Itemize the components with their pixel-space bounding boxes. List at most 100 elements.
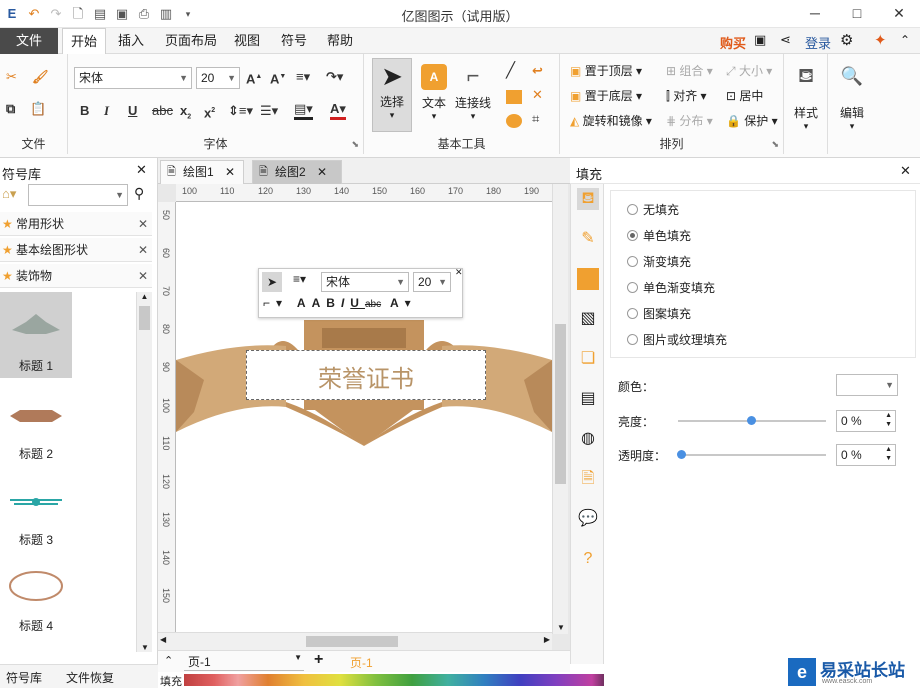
tab-symbols[interactable]: 符号: [281, 28, 307, 54]
center-button[interactable]: ⊡ 居中: [726, 87, 763, 104]
tab-insert[interactable]: 插入: [118, 28, 144, 54]
superscript-icon[interactable]: x2: [204, 102, 215, 122]
highlight-color-icon[interactable]: ▤▾: [294, 100, 313, 120]
shape-item[interactable]: 标题 3: [0, 466, 72, 552]
bold-icon[interactable]: B: [326, 296, 341, 310]
paste-icon[interactable]: 📋: [30, 100, 46, 118]
share-icon[interactable]: ⋖: [780, 32, 791, 48]
layers-icon[interactable]: ❏: [577, 348, 599, 370]
add-page-icon[interactable]: +: [314, 651, 323, 669]
globe-icon[interactable]: ◍: [577, 428, 599, 450]
bullet-list-icon[interactable]: ☰▾: [260, 102, 278, 120]
home-icon[interactable]: ⌂▾: [2, 186, 16, 202]
brightness-slider-knob[interactable]: [747, 416, 756, 425]
page-properties-icon[interactable]: ▤: [577, 388, 599, 410]
search-icon[interactable]: ⚲: [134, 185, 144, 202]
close-icon[interactable]: ✕: [136, 162, 147, 178]
collapse-ribbon-icon[interactable]: ⌃: [900, 33, 910, 47]
scroll-left-icon[interactable]: ◀: [160, 635, 166, 644]
grow-font-icon[interactable]: A▲: [246, 68, 262, 88]
scroll-down-icon[interactable]: ▼: [553, 623, 569, 632]
edit-button[interactable]: 🔍 编辑 ▾: [832, 62, 872, 132]
certificate-title-text[interactable]: 荣誉证书: [247, 359, 485, 394]
align-button[interactable]: ⫿ 对齐 ▾: [666, 87, 707, 104]
dialog-launcher-icon[interactable]: ⬊: [351, 139, 359, 150]
close-icon[interactable]: ✕: [138, 212, 148, 236]
font-color-icon[interactable]: A▾: [330, 100, 346, 120]
library-category[interactable]: ★ 装饰物 ✕: [0, 264, 152, 288]
fill-bucket-icon[interactable]: ⛾: [577, 188, 599, 210]
scroll-down-icon[interactable]: ▼: [137, 643, 153, 652]
close-icon[interactable]: ✕: [138, 238, 148, 262]
transparency-slider-knob[interactable]: [677, 450, 686, 459]
cut-icon[interactable]: ✂: [6, 68, 17, 86]
pointer-icon[interactable]: ➤: [262, 272, 282, 292]
library-category[interactable]: ★ 常用形状 ✕: [0, 212, 152, 236]
distribute-button[interactable]: ⋕ 分布 ▾: [666, 112, 713, 129]
subscript-icon[interactable]: x2: [180, 102, 191, 127]
font-family-select[interactable]: 宋体 ▼: [74, 67, 192, 89]
doc-tab-active[interactable]: 🗎 绘图2 ✕: [252, 160, 342, 184]
file-menu-tab[interactable]: 文件: [0, 28, 58, 54]
tab-view[interactable]: 视图: [234, 28, 260, 54]
text-direction-icon[interactable]: ↷▾: [326, 68, 343, 86]
rectangle-tool-icon[interactable]: [506, 90, 522, 104]
tab-symbol-library[interactable]: 符号库: [6, 669, 42, 686]
minimize-button[interactable]: ─: [794, 0, 836, 26]
scroll-thumb[interactable]: [555, 324, 566, 484]
scroll-thumb[interactable]: [139, 306, 150, 330]
spinner-icon[interactable]: ▲ ▼: [885, 411, 892, 429]
transparency-slider[interactable]: [678, 454, 826, 456]
document-edit-icon[interactable]: 🗎: [577, 468, 599, 490]
page-tab-active[interactable]: 页-1: [350, 654, 373, 671]
connector-icon[interactable]: ⌐▾: [263, 296, 288, 310]
close-icon[interactable]: ✕: [455, 267, 463, 278]
text-align-icon[interactable]: ≡▾: [293, 272, 306, 286]
crop-tool-icon[interactable]: ⌗: [532, 110, 539, 128]
fill-option-mono-gradient[interactable]: 单色渐变填充: [627, 279, 715, 297]
doc-tab[interactable]: 🗎 绘图1 ✕: [160, 160, 244, 184]
buy-link[interactable]: 购买: [720, 33, 746, 52]
tab-file-recovery[interactable]: 文件恢复: [66, 669, 114, 686]
certificate-title-textbox[interactable]: 荣誉证书: [246, 350, 486, 400]
theme-icon[interactable]: ✦: [874, 31, 887, 49]
font-size-select[interactable]: 20 ▼: [196, 67, 240, 89]
maximize-button[interactable]: □: [836, 0, 878, 26]
line-tool-icon[interactable]: ╱: [506, 62, 515, 80]
italic-icon[interactable]: I: [341, 296, 350, 310]
certificate-banner-shape[interactable]: [176, 202, 552, 632]
rotate-mirror-button[interactable]: ◭ 旋转和镜像 ▾: [570, 112, 652, 129]
close-icon[interactable]: ✕: [225, 165, 235, 179]
close-icon[interactable]: ✕: [900, 163, 911, 179]
close-icon[interactable]: ✕: [138, 264, 148, 288]
canvas-vertical-scrollbar[interactable]: ▼: [552, 184, 568, 634]
tab-page-layout[interactable]: 页面布局: [165, 28, 217, 54]
strikethrough-icon[interactable]: abc: [365, 299, 381, 310]
shape-item[interactable]: 标题 1: [0, 292, 72, 378]
bring-to-front-button[interactable]: ▣ 置于顶层 ▾: [570, 62, 642, 79]
fill-option-none[interactable]: 无填充: [627, 201, 679, 219]
chevron-up-icon[interactable]: ⌃: [164, 654, 173, 667]
float-font-select[interactable]: 宋体 ▼: [321, 272, 409, 292]
library-search-input[interactable]: ▼: [28, 184, 128, 206]
drawing-page[interactable]: [176, 202, 552, 632]
font-color-icon[interactable]: A▾: [390, 296, 417, 310]
screen-icon[interactable]: ▣: [754, 32, 766, 48]
settings-gear-icon[interactable]: ⚙: [840, 31, 853, 49]
login-link[interactable]: 登录: [805, 33, 831, 52]
curve-tool-icon[interactable]: ↩: [532, 62, 543, 80]
canvas-horizontal-scrollbar[interactable]: ◀ ▶: [158, 632, 552, 650]
protect-button[interactable]: 🔒 保护 ▾: [726, 112, 778, 129]
dialog-launcher-icon[interactable]: ⬊: [771, 139, 779, 150]
close-icon[interactable]: ✕: [317, 165, 327, 179]
shape-item[interactable]: 标题 2: [0, 380, 72, 466]
connector-tool-button[interactable]: ⌐ 连接线 ▾: [452, 58, 494, 132]
spinner-icon[interactable]: ▲ ▼: [885, 445, 892, 463]
shadow-icon[interactable]: [577, 268, 599, 290]
copy-icon[interactable]: ⧉: [6, 100, 15, 118]
help-icon[interactable]: ?: [577, 548, 599, 570]
shape-item[interactable]: 标题 4: [0, 552, 72, 638]
underline-icon[interactable]: U: [350, 296, 365, 310]
close-button[interactable]: ✕: [878, 0, 920, 26]
group-button[interactable]: ⊞ 组合 ▾: [666, 62, 713, 79]
